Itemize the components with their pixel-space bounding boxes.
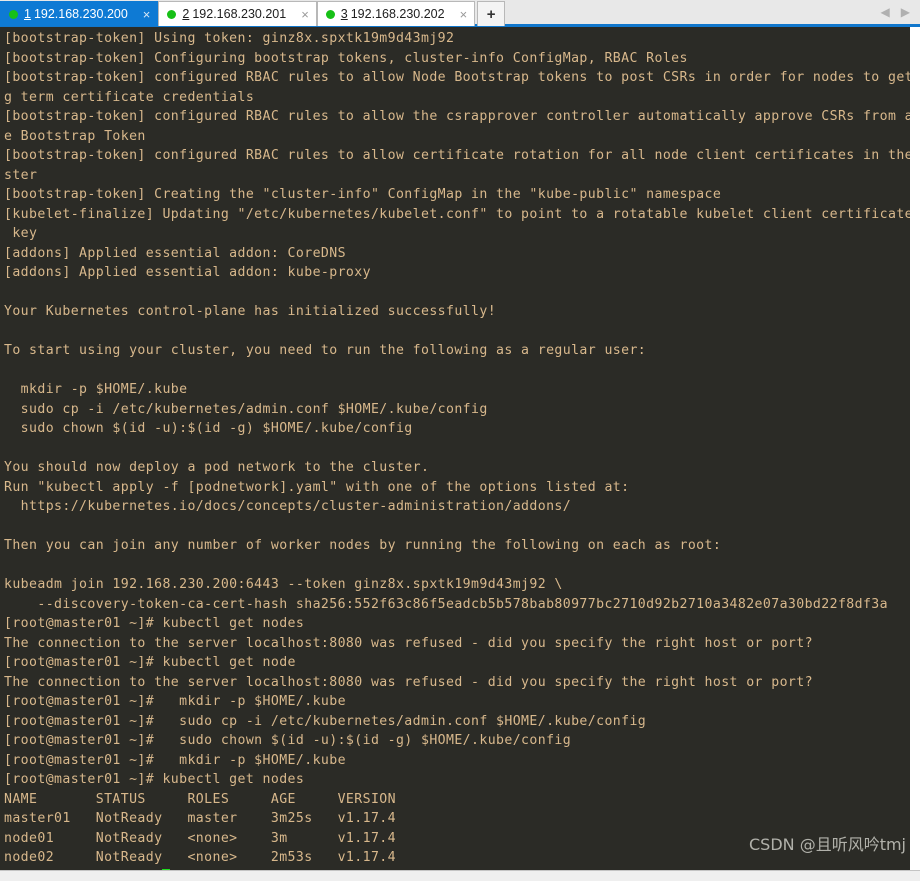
close-tab-icon[interactable]: × (457, 8, 471, 21)
connection-status-dot-icon (9, 9, 18, 19)
terminal-line: sudo chown $(id -u):$(id -g) $HOME/.kube… (4, 421, 413, 436)
terminal-output: [bootstrap-token] Using token: ginz8x.sp… (4, 29, 920, 871)
terminal-line: [kubelet-finalize] Updating "/etc/kubern… (4, 206, 920, 222)
text-cursor (162, 868, 171, 870)
terminal-line: ster (4, 167, 38, 183)
terminal-line: [root@master01 ~]# kubectl get nodes (4, 772, 305, 787)
terminal-line: [root@master01 ~]# kubectl get node (4, 655, 296, 670)
terminal-scrollbar[interactable] (910, 27, 920, 870)
tab-bar-spacer (505, 0, 874, 24)
connection-status-dot-icon (167, 9, 177, 19)
csdn-watermark: CSDN @且听风吟tmj (748, 835, 906, 854)
terminal-line: [bootstrap-token] Using token: ginz8x.sp… (4, 31, 455, 46)
tab-title: 192.168.230.200 (33, 7, 128, 21)
tab-title: 192.168.230.201 (192, 7, 287, 21)
tab-title: 192.168.230.202 (350, 7, 445, 21)
terminal-line: mkdir -p $HOME/.kube (4, 382, 188, 397)
terminal-line: [addons] Applied essential addon: CoreDN… (4, 245, 346, 261)
terminal-line: [bootstrap-token] Creating the "cluster-… (4, 187, 722, 202)
tab-nav-arrows: ◀ ▶ (875, 0, 920, 24)
tab-number: 3 (340, 7, 348, 21)
tab-number: 1 (24, 7, 31, 21)
terminal-line: To start using your cluster, you need to… (4, 343, 647, 358)
terminal-line: The connection to the server localhost:8… (4, 635, 813, 651)
terminal-line: [root@master01 ~]# sudo cp -i /etc/kuber… (4, 713, 647, 729)
terminal-pane[interactable]: [bootstrap-token] Using token: ginz8x.sp… (0, 27, 920, 870)
terminal-line: Your Kubernetes control-plane has initia… (4, 304, 497, 319)
terminal-line: e Bootstrap Token (4, 128, 146, 144)
chevron-left-icon[interactable]: ◀ (881, 6, 890, 18)
terminal-tab-2[interactable]: 2 192.168.230.201 × (158, 1, 317, 26)
terminal-line: [root@master01 ~]# kubectl get nodes (4, 616, 305, 631)
terminal-line: sudo cp -i /etc/kubernetes/admin.conf $H… (4, 401, 488, 417)
status-bar (0, 870, 920, 881)
shell-prompt: [root@master01 ~]# (4, 870, 162, 871)
terminal-line: kubeadm join 192.168.230.200:6443 --toke… (4, 577, 563, 592)
terminal-line: [addons] Applied essential addon: kube-p… (4, 265, 371, 280)
terminal-line: [root@master01 ~]# sudo chown $(id -u):$… (4, 733, 572, 748)
terminal-line: --discovery-token-ca-cert-hash sha256:55… (4, 596, 888, 612)
close-tab-icon[interactable]: × (140, 8, 154, 21)
terminal-line: [bootstrap-token] configured RBAC rules … (4, 70, 920, 85)
terminal-line: key (4, 226, 38, 241)
connection-status-dot-icon (325, 9, 335, 19)
terminal-prompt-line: [root@master01 ~]# (4, 868, 910, 871)
terminal-line: https://kubernetes.io/docs/concepts/clus… (4, 499, 572, 514)
chevron-right-icon[interactable]: ▶ (901, 6, 910, 18)
close-tab-icon[interactable]: × (298, 8, 312, 21)
terminal-line: [root@master01 ~]# mkdir -p $HOME/.kube (4, 752, 346, 768)
terminal-line: You should now deploy a pod network to t… (4, 460, 430, 475)
tab-bar: 1 192.168.230.200 × 2 192.168.230.201 × … (0, 0, 920, 27)
terminal-line: [bootstrap-token] configured RBAC rules … (4, 109, 920, 124)
terminal-line: The connection to the server localhost:8… (4, 674, 813, 690)
terminal-line: NAME STATUS ROLES AGE VERSION (4, 791, 396, 807)
terminal-line: [bootstrap-token] configured RBAC rules … (4, 148, 920, 163)
terminal-line: [bootstrap-token] Configuring bootstrap … (4, 50, 688, 66)
terminal-line: Then you can join any number of worker n… (4, 538, 722, 553)
terminal-line: master01 NotReady master 3m25s v1.17.4 (4, 811, 396, 826)
terminal-line: [root@master01 ~]# mkdir -p $HOME/.kube (4, 694, 346, 709)
terminal-tab-1[interactable]: 1 192.168.230.200 × (0, 1, 159, 26)
terminal-tab-3[interactable]: 3 192.168.230.202 × (316, 1, 476, 26)
tab-number: 2 (182, 7, 190, 21)
terminal-line: Run "kubectl apply -f [podnetwork].yaml"… (4, 479, 630, 495)
terminal-line: g term certificate credentials (4, 89, 255, 105)
new-tab-button[interactable]: + (477, 1, 506, 26)
